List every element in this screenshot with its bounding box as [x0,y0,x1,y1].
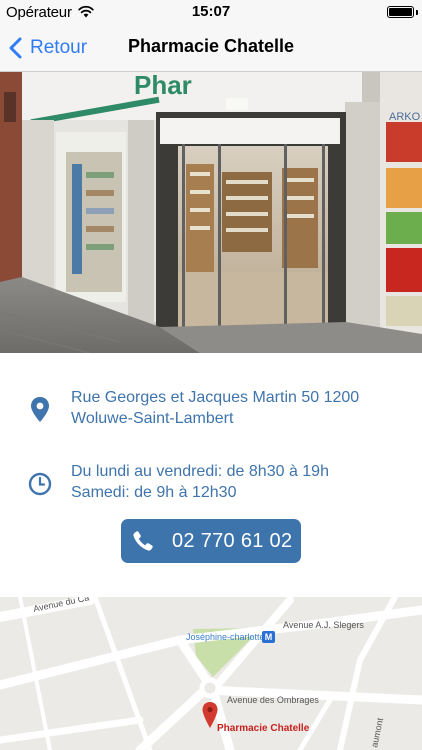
location-pin-icon [31,397,49,422]
phone-number: 02 770 61 02 [172,529,293,552]
hours-line-2: Samedi: de 9h à 12h30 [71,484,237,501]
battery-icon [387,6,414,18]
street-ombrages: Avenue des Ombrages [227,695,319,705]
metro-icon: M [262,631,275,643]
call-phone-button[interactable]: 02 770 61 02 [121,519,301,563]
navigation-bar: Retour Pharmacie Chatelle [0,24,422,72]
street-slegers: Avenue A.J. Slegers [283,620,364,630]
address-line-2: Woluwe-Saint-Lambert [71,410,234,427]
pharmacy-photo: Phar ARKO [0,72,422,353]
map-place-label[interactable]: Pharmacie Chatelle [217,723,309,734]
hours-text: Du lundi au vendredi: de 8h30 à 19h Same… [71,461,329,503]
address-line-1: Rue Georges et Jacques Martin 50 1200 [71,389,360,406]
battery-tip [416,10,418,15]
clock-icon [28,472,52,496]
status-time: 15:07 [191,3,231,20]
address-text: Rue Georges et Jacques Martin 50 1200 Wo… [71,387,359,429]
svg-text:ARKO: ARKO [389,111,421,123]
status-bar: Opérateur 15:07 [0,0,422,24]
address-row[interactable]: Rue Georges et Jacques Martin 50 1200 Wo… [28,387,408,429]
pharmacy-sign-text: Phar [134,72,192,100]
page-title: Pharmacie Chatelle [127,36,295,56]
phone-icon [133,531,153,551]
opening-hours-row: Du lundi au vendredi: de 8h30 à 19h Same… [28,461,408,503]
hours-line-1: Du lundi au vendredi: de 8h30 à 19h [71,463,329,480]
metro-station-label: Joséphine-charlotte [186,632,265,642]
